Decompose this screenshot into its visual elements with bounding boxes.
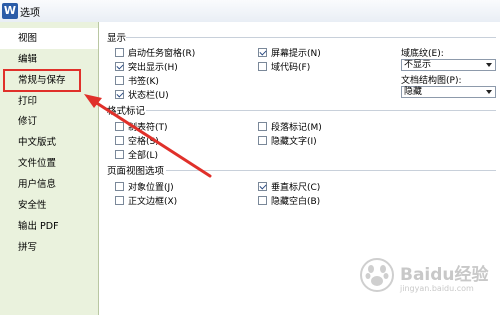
watermark-brand: Baidu经验 (400, 265, 489, 285)
baidu-watermark: Baidu经验 jingyan.baidu.com (360, 258, 498, 313)
paw-logo-icon (360, 258, 394, 292)
watermark-url: jingyan.baidu.com (400, 284, 474, 293)
